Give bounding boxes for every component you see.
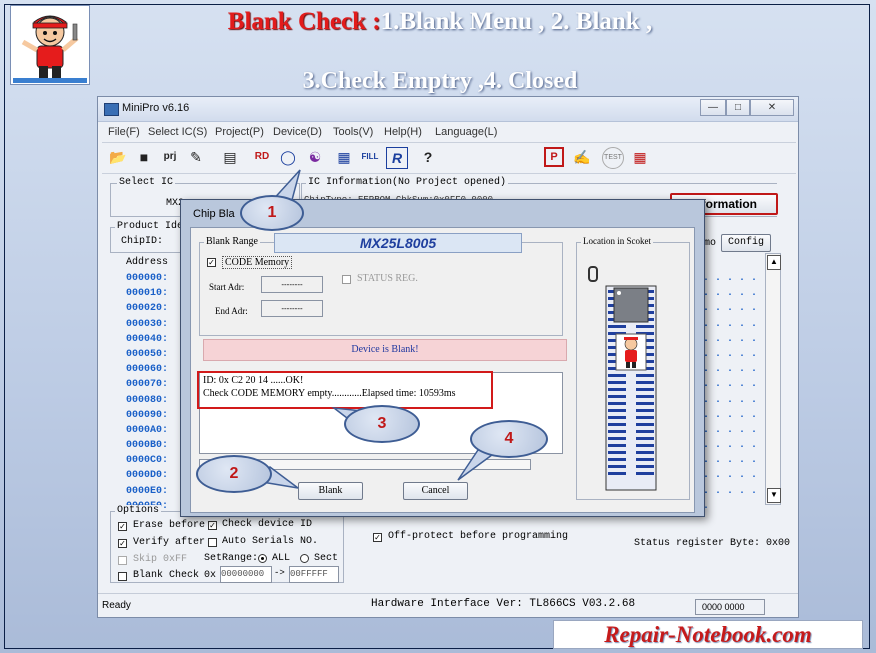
callout-1: 1 [240, 195, 304, 231]
callout-2: 2 [196, 455, 272, 493]
callout-4: 4 [470, 420, 548, 458]
footer-brand: Repair-Notebook.com [553, 620, 863, 649]
callout-3: 3 [344, 405, 420, 443]
callout-pointers [260, 169, 498, 489]
